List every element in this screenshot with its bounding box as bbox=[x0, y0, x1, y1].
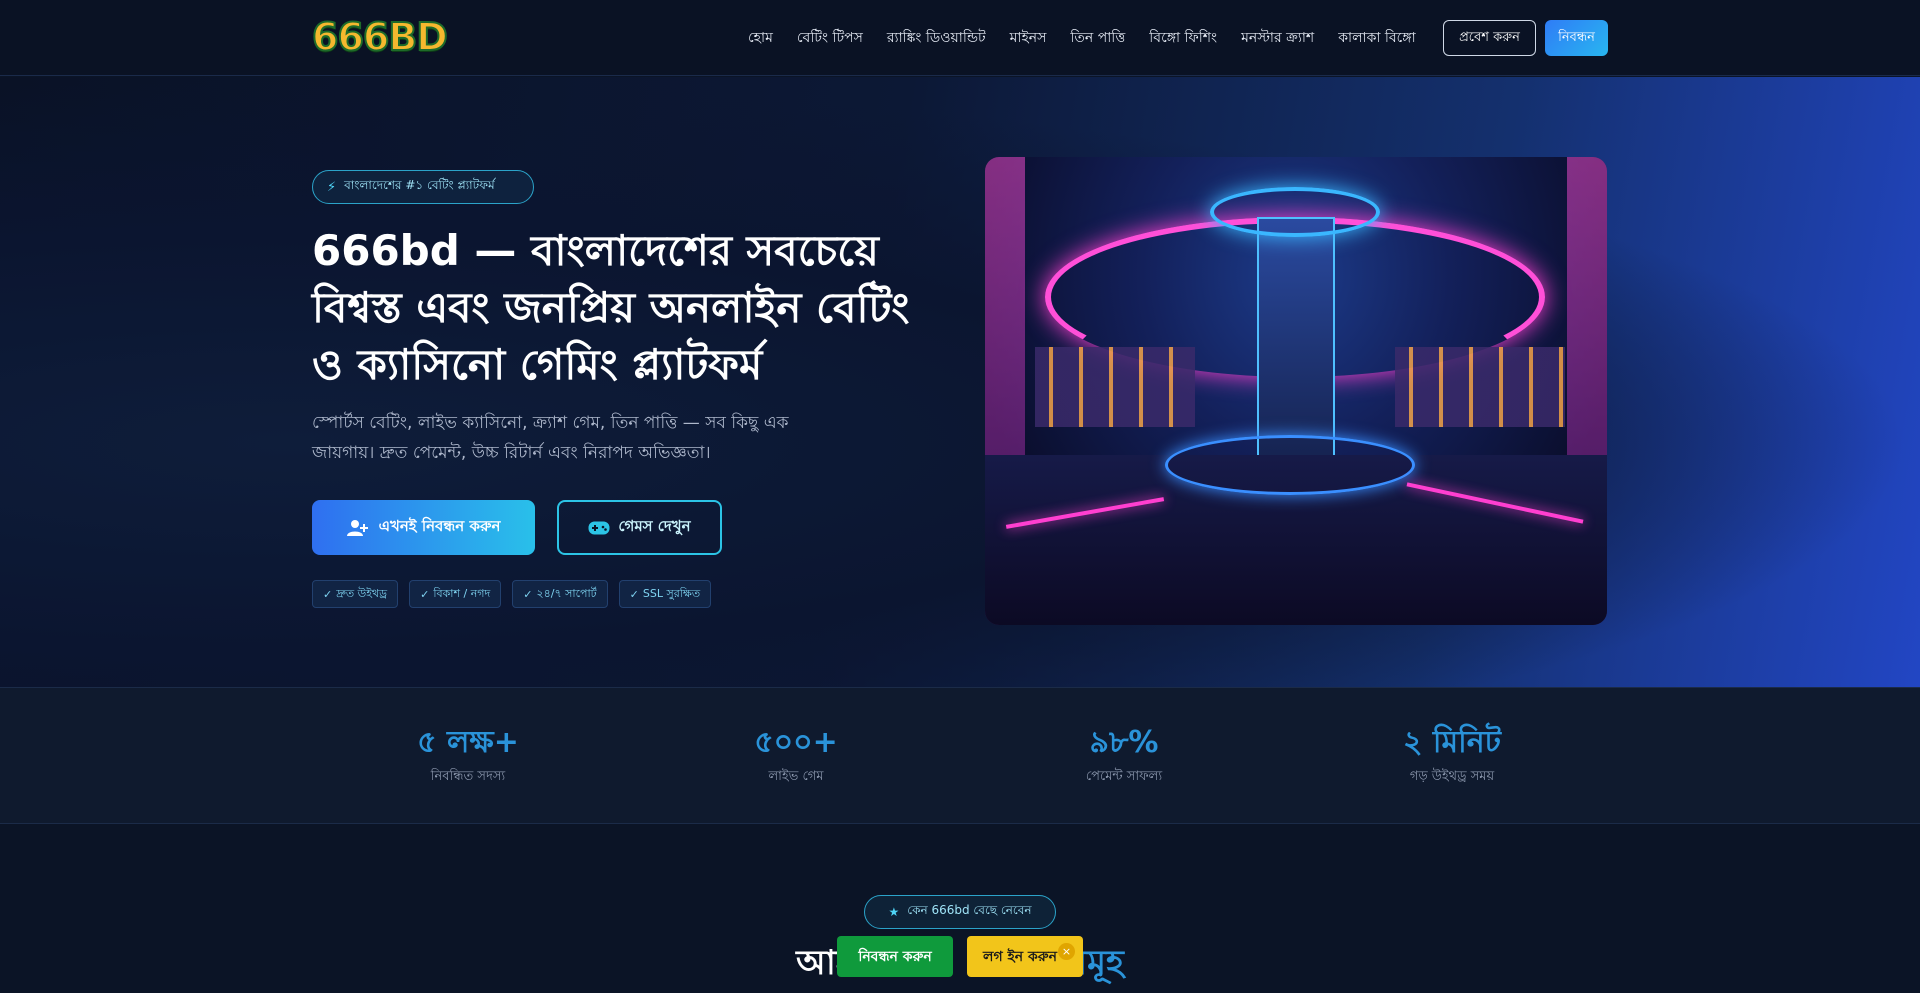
nav-item-ranking[interactable]: র‍্যাঙ্কিং ডিওয়ান্ডিট bbox=[887, 26, 986, 50]
close-icon[interactable]: × bbox=[1058, 943, 1075, 960]
stats-bar bbox=[0, 687, 1920, 824]
stat-label: পেমেন্ট সাফল্য bbox=[1085, 769, 1163, 784]
user-plus-icon bbox=[346, 519, 368, 536]
stat-live-games: ৫০০+ লাইভ গেম bbox=[676, 725, 916, 788]
stat-value: ২ মিনিট bbox=[1402, 725, 1502, 760]
feature-pill: ✓ ২৪/৭ সাপোর্ট bbox=[512, 580, 608, 608]
stat-value: ৫ লক্ষ+ bbox=[417, 725, 519, 760]
hero-section bbox=[0, 77, 1920, 687]
slot-machines-left bbox=[1035, 347, 1195, 427]
feature-pills: ✓ দ্রুত উইথড্র ✓ বিকাশ / নগদ ✓ ২৪/৭ সাপো… bbox=[312, 580, 712, 608]
nav-item-mines[interactable]: মাইনস bbox=[1010, 26, 1047, 50]
check-icon: ✓ bbox=[629, 587, 639, 601]
hero-title: 666bd — বাংলাদেশের সবচেয়ে বিশ্বস্ত এবং … bbox=[312, 226, 910, 389]
login-button[interactable]: প্রবেশ করুন bbox=[1443, 20, 1536, 56]
why-badge: ★ কেন 666bd বেছে নেবেন bbox=[864, 895, 1056, 929]
stat-label: গড় উইথড্র সময় bbox=[1409, 769, 1495, 784]
slot-machines-right bbox=[1395, 347, 1565, 427]
nav-item-bingo-fishing[interactable]: বিঙ্গো ফিশিং bbox=[1149, 26, 1217, 50]
stat-label: নিবন্ধিত সদস্য bbox=[430, 769, 506, 784]
site-header: 666BD হোম বেটিং টিপস র‍্যাঙ্কিং ডিওয়ান্… bbox=[0, 0, 1920, 76]
stat-label: লাইভ গেম bbox=[768, 769, 824, 784]
feature-pill-label: SSL সুরক্ষিত bbox=[642, 586, 701, 600]
stat-payment-success: ৯৮% পেমেন্ট সাফল্য bbox=[1004, 725, 1244, 788]
nav-item-monster-crash[interactable]: মনস্টার ক্র্যাশ bbox=[1241, 26, 1314, 50]
check-icon: ✓ bbox=[323, 587, 333, 601]
hero-subtitle: স্পোর্টস বেটিং, লাইভ ক্যাসিনো, ক্র্যাশ গ… bbox=[312, 413, 789, 463]
site-logo[interactable]: 666BD bbox=[311, 14, 449, 60]
stat-members: ৫ লক্ষ+ নিবন্ধিত সদস্য bbox=[348, 725, 588, 788]
why-badge-label: কেন 666bd বেছে নেবেন bbox=[907, 903, 1032, 917]
register-now-button[interactable]: এখনই নিবন্ধন করুন bbox=[312, 500, 535, 555]
stat-value: ৯৮% bbox=[1089, 725, 1159, 760]
register-button[interactable]: নিবন্ধন bbox=[1545, 20, 1608, 56]
stat-value: ৫০০+ bbox=[754, 725, 838, 760]
check-icon: ✓ bbox=[523, 587, 533, 601]
hero-badge: ⚡ বাংলাদেশের #১ বেটিং প্ল্যাটফর্ম bbox=[312, 170, 534, 204]
floor-neon-ring bbox=[1165, 435, 1415, 495]
feature-pill-label: ২৪/৭ সাপোর্ট bbox=[536, 586, 597, 600]
main-nav: হোম বেটিং টিপস র‍্যাঙ্কিং ডিওয়ান্ডিট মা… bbox=[748, 0, 1440, 76]
feature-pill: ✓ বিকাশ / নগদ bbox=[409, 580, 502, 608]
star-icon: ★ bbox=[888, 905, 900, 919]
stat-withdraw-time: ২ মিনিট গড় উইথড্র সময় bbox=[1332, 725, 1572, 788]
check-icon: ✓ bbox=[420, 587, 430, 601]
feature-pill-label: দ্রুত উইথড্র bbox=[336, 586, 388, 600]
hero-badge-label: বাংলাদেশের #১ বেটিং প্ল্যাটফর্ম bbox=[344, 178, 495, 192]
section-title: আম সমূহ bbox=[0, 940, 1920, 986]
view-games-label: গেমস দেখুন bbox=[618, 517, 691, 535]
neon-top-ring bbox=[1210, 187, 1380, 237]
feature-pill: ✓ SSL সুরক্ষিত bbox=[618, 580, 712, 608]
view-games-button[interactable]: গেমস দেখুন bbox=[557, 500, 722, 555]
gamepad-icon bbox=[588, 521, 610, 534]
feature-pill: ✓ দ্রুত উইথড্র bbox=[312, 580, 399, 608]
nav-item-teen-patti[interactable]: তিন পাত্তি bbox=[1070, 26, 1125, 50]
nav-item-home[interactable]: হোম bbox=[748, 26, 773, 50]
bolt-icon: ⚡ bbox=[327, 179, 337, 195]
floating-register-button[interactable]: নিবন্ধন করুন bbox=[837, 936, 953, 977]
feature-pill-label: বিকাশ / নগদ bbox=[433, 586, 491, 600]
casino-hero-image bbox=[985, 157, 1607, 625]
nav-item-kalaka-bingo[interactable]: কালাকা বিঙ্গো bbox=[1338, 26, 1415, 50]
nav-item-betting-tips[interactable]: বেটিং টিপস bbox=[797, 26, 863, 50]
register-now-label: এখনই নিবন্ধন করুন bbox=[378, 517, 501, 535]
